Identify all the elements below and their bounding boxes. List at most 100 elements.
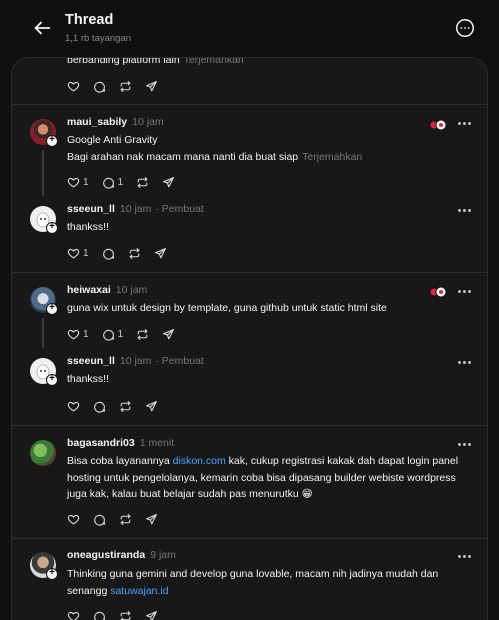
follow-plus-icon[interactable]: + xyxy=(46,374,58,386)
post-actions: 1 1 xyxy=(67,174,188,190)
share-button[interactable] xyxy=(145,398,158,414)
share-button[interactable] xyxy=(145,78,158,94)
more-dots-icon[interactable] xyxy=(457,118,473,128)
username-text[interactable]: sseeun_ll xyxy=(67,203,115,215)
repost-button[interactable] xyxy=(119,608,132,620)
follow-plus-icon[interactable]: + xyxy=(46,303,58,315)
more-circle-icon[interactable] xyxy=(454,17,476,39)
comment-button[interactable]: 1 xyxy=(102,326,124,342)
divider xyxy=(12,104,487,105)
comment-button[interactable] xyxy=(102,245,115,261)
more-dots-icon[interactable] xyxy=(457,205,473,215)
post-text: Thinking guna gemini and develop guna lo… xyxy=(67,566,477,599)
heart-icon xyxy=(67,81,80,91)
username[interactable]: bagasandri03 1 menit xyxy=(67,437,174,449)
comment-button[interactable] xyxy=(93,511,106,527)
comment-button[interactable]: 1 xyxy=(102,174,123,190)
divider xyxy=(12,272,487,273)
heart-icon xyxy=(67,514,80,524)
post-link[interactable]: diskon.com xyxy=(173,455,226,467)
username[interactable]: sseeun_ll 10 jam · Pembuat xyxy=(67,203,204,215)
post-link[interactable]: satuwajan.id xyxy=(110,585,168,597)
avatar[interactable]: + xyxy=(30,552,58,580)
comment-button[interactable] xyxy=(93,78,106,94)
follow-plus-icon[interactable]: + xyxy=(46,222,58,234)
follow-plus-icon[interactable]: + xyxy=(46,135,58,147)
heart-icon xyxy=(67,329,80,339)
more-dots-icon[interactable] xyxy=(457,357,473,367)
thread-connector xyxy=(42,150,44,196)
avatar[interactable]: + xyxy=(30,119,58,147)
reaction-badge-icon xyxy=(430,286,447,298)
header: Thread 1,1 rb tayangan xyxy=(0,0,499,56)
like-button[interactable] xyxy=(67,78,80,94)
post-time: 10 jam xyxy=(119,355,152,367)
username[interactable]: sseeun_ll 10 jam · Pembuat xyxy=(67,355,204,367)
share-button[interactable] xyxy=(162,326,175,342)
like-button[interactable] xyxy=(67,511,80,527)
comment-icon xyxy=(94,401,106,413)
repost-button[interactable] xyxy=(119,78,132,94)
username-text[interactable]: bagasandri03 xyxy=(67,437,135,449)
avatar[interactable]: + xyxy=(30,358,58,386)
repost-button[interactable] xyxy=(136,174,149,190)
repost-button[interactable] xyxy=(119,398,132,414)
view-count: 1,1 rb tayangan xyxy=(65,33,132,44)
username-text[interactable]: oneagustiranda xyxy=(67,549,145,561)
more-dots-icon[interactable] xyxy=(457,439,473,449)
translate-link[interactable]: Terjemahkan xyxy=(302,151,362,163)
username-text[interactable]: heiwaxai xyxy=(67,284,111,296)
like-button[interactable]: 1 xyxy=(67,326,89,342)
post-time: 10 jam xyxy=(115,284,148,296)
repost-button[interactable] xyxy=(128,245,141,261)
post-text: guna wix untuk design by template, guna … xyxy=(67,302,387,314)
post-actions: 1 1 xyxy=(67,326,188,342)
avatar[interactable]: + xyxy=(30,287,58,315)
share-icon xyxy=(154,247,166,258)
username[interactable]: heiwaxai 10 jam xyxy=(67,284,147,296)
avatar[interactable]: + xyxy=(30,206,58,234)
username[interactable]: maui_sabily 10 jam xyxy=(67,116,164,128)
username-text[interactable]: sseeun_ll xyxy=(67,355,115,367)
post-text: thankss!! xyxy=(67,221,110,233)
follow-plus-icon[interactable]: + xyxy=(46,568,58,580)
like-count: 1 xyxy=(83,247,89,259)
share-icon xyxy=(146,610,157,620)
share-button[interactable] xyxy=(154,245,167,261)
username[interactable]: oneagustiranda 9 jam xyxy=(67,549,176,561)
share-button[interactable] xyxy=(145,511,158,527)
comment-button[interactable] xyxy=(93,398,106,414)
avatar[interactable] xyxy=(30,440,56,466)
share-icon xyxy=(163,328,175,339)
share-icon xyxy=(146,80,157,91)
share-button[interactable] xyxy=(162,174,175,190)
share-button[interactable] xyxy=(145,608,158,620)
heart-icon xyxy=(67,401,80,411)
repost-icon xyxy=(120,80,131,92)
reaction-badge-icon xyxy=(430,119,447,131)
more-dots-icon[interactable] xyxy=(457,551,473,561)
comment-icon xyxy=(102,248,114,260)
post-text-part: Bisa coba layanannya xyxy=(67,455,173,467)
post-text: berbanding platform lain Terjemahkan xyxy=(67,58,477,69)
like-button[interactable]: 1 xyxy=(67,174,89,190)
repost-button[interactable] xyxy=(136,326,149,342)
like-button[interactable] xyxy=(67,608,80,620)
repost-icon xyxy=(129,247,139,259)
username-text[interactable]: maui_sabily xyxy=(67,116,127,128)
like-button[interactable] xyxy=(67,398,80,414)
reply-count: 1 xyxy=(117,328,124,340)
post-text: thankss!! xyxy=(67,373,110,385)
post-actions xyxy=(67,511,171,527)
comment-button[interactable] xyxy=(93,608,106,620)
heart-icon xyxy=(67,611,80,620)
translate-link[interactable]: Terjemahkan xyxy=(184,58,244,66)
repost-button[interactable] xyxy=(119,511,132,527)
post-text: Bisa coba layanannya diskon.com kak, cuk… xyxy=(67,453,477,503)
repost-icon xyxy=(120,513,131,525)
like-button[interactable]: 1 xyxy=(67,245,89,261)
more-dots-icon[interactable] xyxy=(457,286,473,296)
share-icon xyxy=(146,513,157,524)
back-arrow-icon[interactable] xyxy=(31,17,53,39)
like-count: 1 xyxy=(83,328,89,340)
